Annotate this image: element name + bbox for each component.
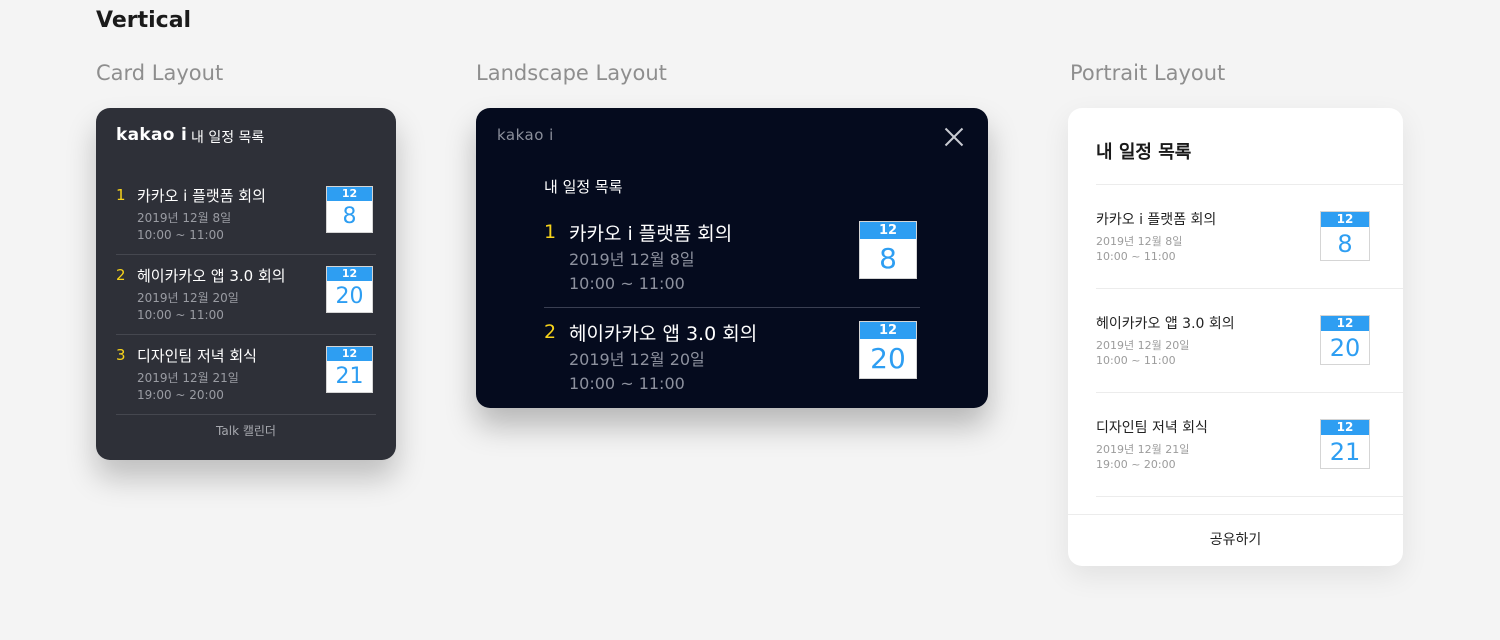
calendar-icon: 12 8 bbox=[1320, 211, 1370, 261]
calendar-month: 12 bbox=[1321, 212, 1369, 227]
calendar-month: 12 bbox=[1321, 420, 1369, 435]
item-name: 디자인팀 저녁 회식 bbox=[137, 347, 257, 365]
calendar-icon: 12 20 bbox=[1320, 315, 1370, 365]
schedule-item[interactable]: 카카오 i 플랫폼 회의 2019년 12월 8일 10:00 ~ 11:00 … bbox=[1096, 185, 1403, 289]
item-datetime: 2019년 12월 20일 10:00 ~ 11:00 bbox=[569, 348, 705, 396]
item-number: 1 bbox=[544, 221, 557, 243]
item-time: 10:00 ~ 11:00 bbox=[137, 228, 224, 242]
calendar-day: 20 bbox=[870, 342, 906, 375]
calendar-day: 8 bbox=[879, 242, 897, 275]
item-time: 10:00 ~ 11:00 bbox=[1096, 250, 1176, 263]
calendar-month: 12 bbox=[327, 267, 372, 281]
share-button[interactable]: 공유하기 bbox=[1068, 515, 1403, 566]
item-name: 헤이카카오 앱 3.0 회의 bbox=[137, 267, 286, 285]
item-date: 2019년 12월 21일 bbox=[1096, 443, 1190, 456]
portrait-widget: 내 일정 목록 카카오 i 플랫폼 회의 2019년 12월 8일 10:00 … bbox=[1068, 108, 1403, 566]
calendar-day: 8 bbox=[342, 204, 357, 229]
item-time: 10:00 ~ 11:00 bbox=[1096, 354, 1176, 367]
item-time: 10:00 ~ 11:00 bbox=[569, 374, 685, 393]
item-date: 2019년 12월 20일 bbox=[1096, 339, 1190, 352]
item-date: 2019년 12월 8일 bbox=[1096, 235, 1183, 248]
item-name: 카카오 i 플랫폼 회의 bbox=[569, 223, 733, 245]
calendar-icon: 12 20 bbox=[859, 321, 917, 379]
schedule-item[interactable]: 1 카카오 i 플랫폼 회의 2019년 12월 8일 10:00 ~ 11:0… bbox=[116, 175, 376, 255]
calendar-day: 21 bbox=[335, 364, 364, 389]
item-date: 2019년 12월 21일 bbox=[137, 371, 239, 385]
item-name: 카카오 i 플랫폼 회의 bbox=[137, 187, 266, 205]
landscape-layout-label: Landscape Layout bbox=[476, 61, 667, 85]
calendar-day: 21 bbox=[1329, 438, 1361, 466]
calendar-icon: 12 8 bbox=[859, 221, 917, 279]
calendar-month: 12 bbox=[860, 222, 916, 239]
item-date: 2019년 12월 8일 bbox=[569, 250, 695, 269]
item-datetime: 2019년 12월 21일 19:00 ~ 20:00 bbox=[137, 370, 239, 404]
calendar-month: 12 bbox=[860, 322, 916, 339]
item-datetime: 2019년 12월 21일 19:00 ~ 20:00 bbox=[1096, 442, 1189, 472]
item-datetime: 2019년 12월 20일 10:00 ~ 11:00 bbox=[1096, 338, 1189, 368]
item-datetime: 2019년 12월 8일 10:00 ~ 11:00 bbox=[569, 248, 695, 296]
calendar-icon: 12 20 bbox=[326, 266, 373, 313]
calendar-day: 20 bbox=[335, 284, 364, 309]
item-number: 2 bbox=[544, 321, 557, 343]
calendar-icon: 12 21 bbox=[326, 346, 373, 393]
calendar-icon: 12 8 bbox=[326, 186, 373, 233]
calendar-month: 12 bbox=[327, 187, 372, 201]
schedule-item[interactable]: 디자인팀 저녁 회식 2019년 12월 21일 19:00 ~ 20:00 1… bbox=[1096, 393, 1403, 497]
portrait-title: 내 일정 목록 bbox=[1096, 142, 1192, 163]
schedule-item[interactable]: 헤이카카오 앱 3.0 회의 2019년 12월 20일 10:00 ~ 11:… bbox=[1096, 289, 1403, 393]
close-icon[interactable] bbox=[942, 125, 966, 149]
item-datetime: 2019년 12월 8일 10:00 ~ 11:00 bbox=[1096, 234, 1182, 264]
portrait-layout-label: Portrait Layout bbox=[1070, 61, 1226, 85]
calendar-icon: 12 21 bbox=[1320, 419, 1370, 469]
item-datetime: 2019년 12월 20일 10:00 ~ 11:00 bbox=[137, 290, 239, 324]
item-date: 2019년 12월 20일 bbox=[569, 350, 705, 369]
item-number: 2 bbox=[116, 266, 126, 284]
calendar-day: 20 bbox=[1329, 334, 1361, 362]
card-title: 내 일정 목록 bbox=[191, 130, 265, 146]
item-time: 10:00 ~ 11:00 bbox=[137, 308, 224, 322]
kakao-i-logo: kakao i bbox=[116, 125, 188, 145]
schedule-item[interactable]: 3 디자인팀 저녁 회식 2019년 12월 21일 19:00 ~ 20:00… bbox=[116, 335, 376, 415]
item-name: 디자인팀 저녁 회식 bbox=[1096, 420, 1208, 436]
talk-calendar-link[interactable]: Talk 캘린더 bbox=[96, 422, 396, 439]
item-name: 카카오 i 플랫폼 회의 bbox=[1096, 212, 1217, 228]
item-name: 헤이카카오 앱 3.0 회의 bbox=[569, 323, 758, 345]
landscape-title: 내 일정 목록 bbox=[544, 178, 623, 196]
calendar-month: 12 bbox=[327, 347, 372, 361]
item-number: 3 bbox=[116, 346, 126, 364]
card-layout-label: Card Layout bbox=[96, 61, 224, 85]
schedule-item[interactable]: 2 헤이카카오 앱 3.0 회의 2019년 12월 20일 10:00 ~ 1… bbox=[116, 255, 376, 335]
item-date: 2019년 12월 8일 bbox=[137, 211, 232, 225]
item-time: 19:00 ~ 20:00 bbox=[137, 388, 224, 402]
calendar-day: 8 bbox=[1337, 230, 1353, 258]
item-time: 10:00 ~ 11:00 bbox=[569, 274, 685, 293]
section-heading: Vertical bbox=[96, 8, 192, 33]
item-number: 1 bbox=[116, 186, 126, 204]
landscape-widget: kakao i 내 일정 목록 1 카카오 i 플랫폼 회의 2019년 12월… bbox=[476, 108, 988, 408]
calendar-month: 12 bbox=[1321, 316, 1369, 331]
card-widget: kakao i 내 일정 목록 1 카카오 i 플랫폼 회의 2019년 12월… bbox=[96, 108, 396, 460]
schedule-item[interactable]: 1 카카오 i 플랫폼 회의 2019년 12월 8일 10:00 ~ 11:0… bbox=[544, 208, 920, 308]
item-name: 헤이카카오 앱 3.0 회의 bbox=[1096, 316, 1235, 332]
item-date: 2019년 12월 20일 bbox=[137, 291, 239, 305]
schedule-item[interactable]: 2 헤이카카오 앱 3.0 회의 2019년 12월 20일 10:00 ~ 1… bbox=[544, 308, 920, 408]
item-time: 19:00 ~ 20:00 bbox=[1096, 458, 1176, 471]
item-datetime: 2019년 12월 8일 10:00 ~ 11:00 bbox=[137, 210, 231, 244]
kakao-i-logo: kakao i bbox=[497, 126, 554, 144]
